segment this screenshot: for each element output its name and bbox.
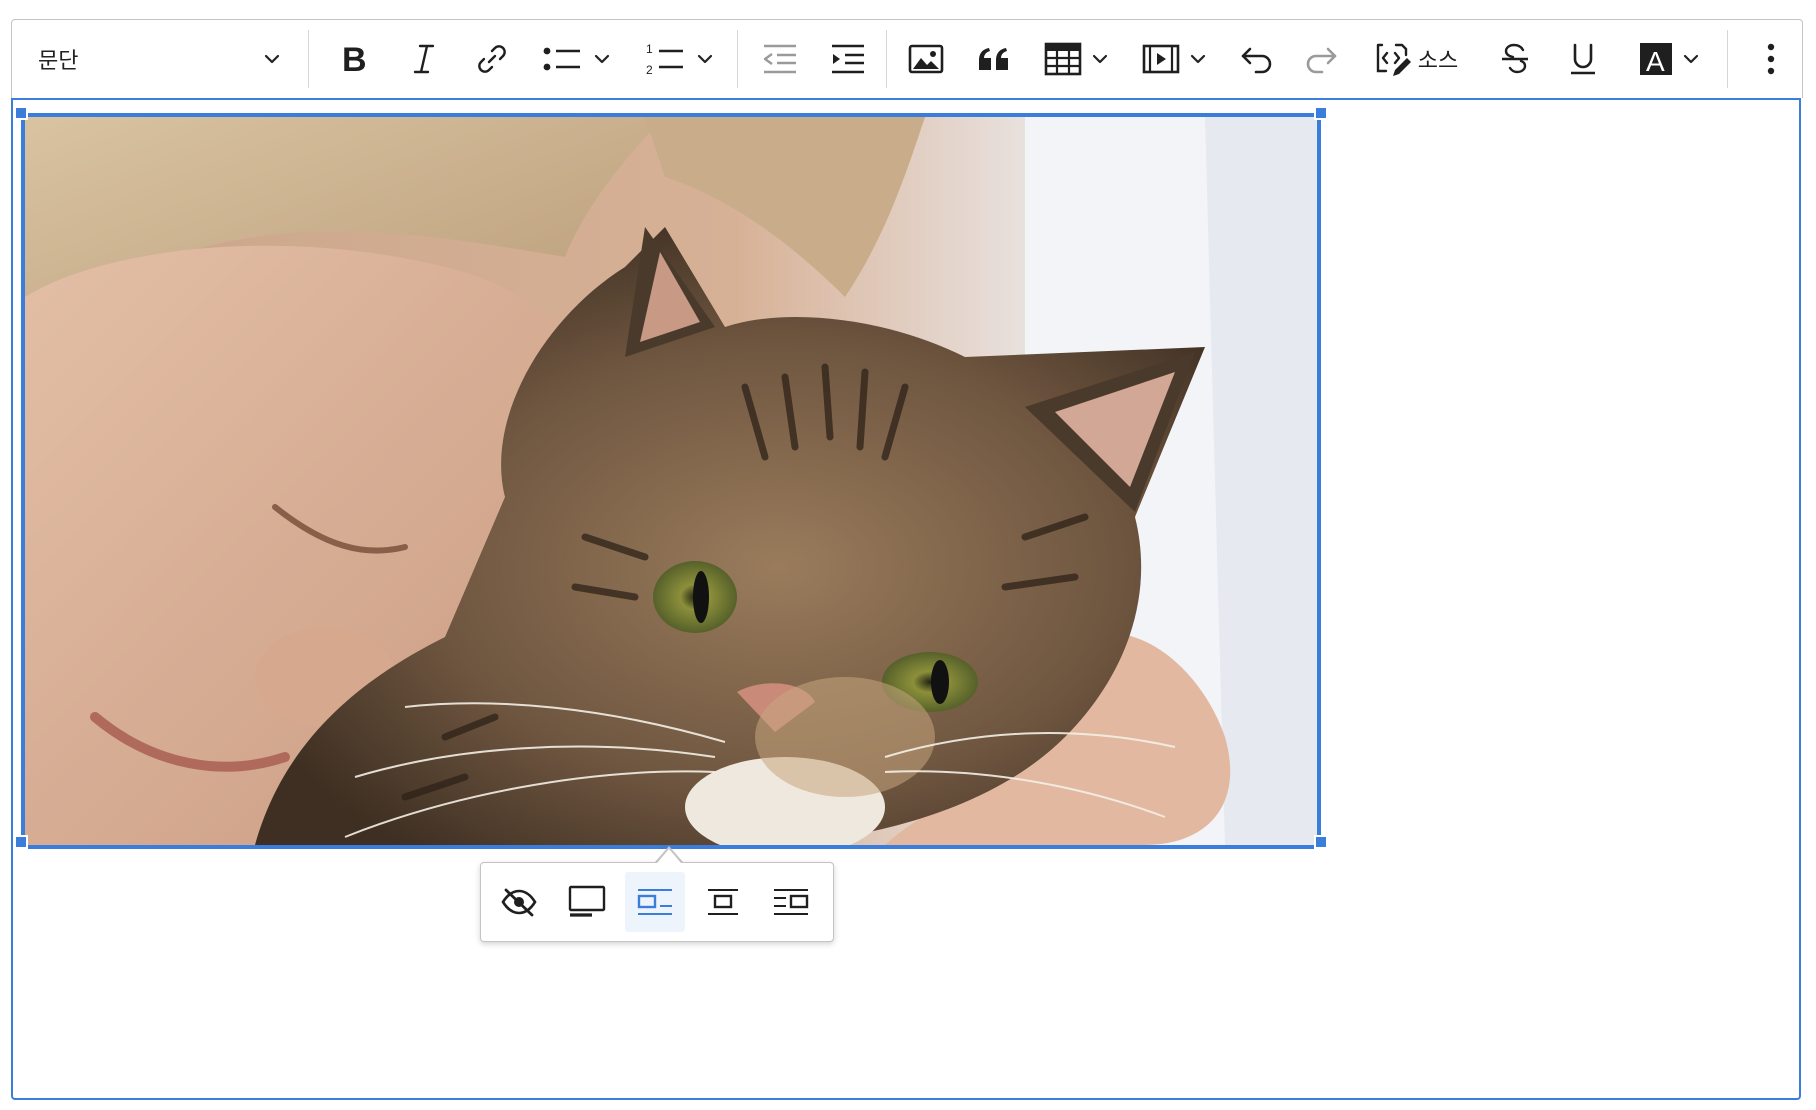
insert-media-button[interactable] [1130,32,1220,86]
toolbar-separator [308,30,309,88]
svg-text:B: B [342,42,367,76]
source-button-label: 소스 [1417,48,1459,73]
more-button[interactable] [1747,32,1795,86]
source-button[interactable]: 소스 [1364,32,1468,86]
image-align-right-icon [772,887,810,917]
resize-handle-bottom-right[interactable] [1314,835,1328,849]
heading-dropdown[interactable]: 문단 [26,32,296,86]
toolbar-separator [886,30,887,88]
eye-slash-icon [500,886,538,918]
outdent-button[interactable] [750,32,810,86]
resize-handle-top-right[interactable] [1314,106,1328,120]
font-color-letter: A [1646,46,1665,76]
bulleted-list-icon [542,42,584,76]
source-icon [1374,39,1412,79]
toolbar-separator [1727,30,1728,88]
chevron-down-icon [262,49,282,69]
image-balloon-toolbar [480,862,834,942]
outdent-icon [761,43,799,75]
toolbar-separator [737,30,738,88]
strikethrough-icon [1499,42,1531,76]
cat-photo [25,117,1317,845]
resize-handle-top-left[interactable] [14,106,28,120]
underline-icon [1567,42,1599,76]
balloon-arrow-inner [657,849,681,863]
link-button[interactable] [464,32,520,86]
image-align-left-button[interactable] [625,872,685,932]
chevron-down-icon [592,49,612,69]
numbered-list-icon: 1 2 [645,41,687,77]
block-quote-button[interactable] [964,32,1024,86]
list-number-2: 2 [646,63,653,77]
list-number-1: 1 [646,42,653,56]
chevron-down-icon [1188,49,1208,69]
toggle-caption-button[interactable] [489,872,549,932]
indent-icon [829,43,867,75]
numbered-list-button[interactable]: 1 2 [634,32,726,86]
undo-button[interactable] [1226,32,1286,86]
editor-content-area[interactable] [11,98,1801,1100]
rich-text-editor: 문단 B 1 2 소스 A [11,19,1803,1101]
resize-handle-bottom-left[interactable] [14,835,28,849]
media-icon [1142,43,1180,75]
image-icon [908,43,944,75]
image-align-right-button[interactable] [761,872,821,932]
image-widget[interactable] [21,113,1321,849]
heading-dropdown-label: 문단 [38,48,79,73]
font-color-icon: A [1639,42,1673,76]
quote-icon [976,44,1012,74]
insert-image-button[interactable] [896,32,956,86]
insert-table-button[interactable] [1032,32,1122,86]
bulleted-list-button[interactable] [532,32,622,86]
editor-toolbar: 문단 B 1 2 소스 A [11,19,1803,98]
image-align-center-icon [704,887,742,917]
chevron-down-icon [1681,49,1701,69]
chevron-down-icon [695,49,715,69]
italic-button[interactable] [396,32,452,86]
image-align-left-icon [636,887,674,917]
undo-icon [1238,44,1274,74]
image-full-size-button[interactable] [557,872,617,932]
image-align-center-button[interactable] [693,872,753,932]
more-vertical-icon [1766,42,1776,76]
underline-button[interactable] [1555,32,1611,86]
bold-icon: B [339,42,369,76]
indent-button[interactable] [818,32,878,86]
redo-icon [1304,44,1340,74]
strikethrough-button[interactable] [1487,32,1543,86]
table-icon [1044,42,1082,76]
bold-button[interactable]: B [326,32,382,86]
font-color-button[interactable]: A [1624,32,1716,86]
image-full-size-icon [568,885,606,919]
link-icon [475,42,509,76]
redo-button[interactable] [1292,32,1352,86]
chevron-down-icon [1090,49,1110,69]
italic-icon [409,42,439,76]
